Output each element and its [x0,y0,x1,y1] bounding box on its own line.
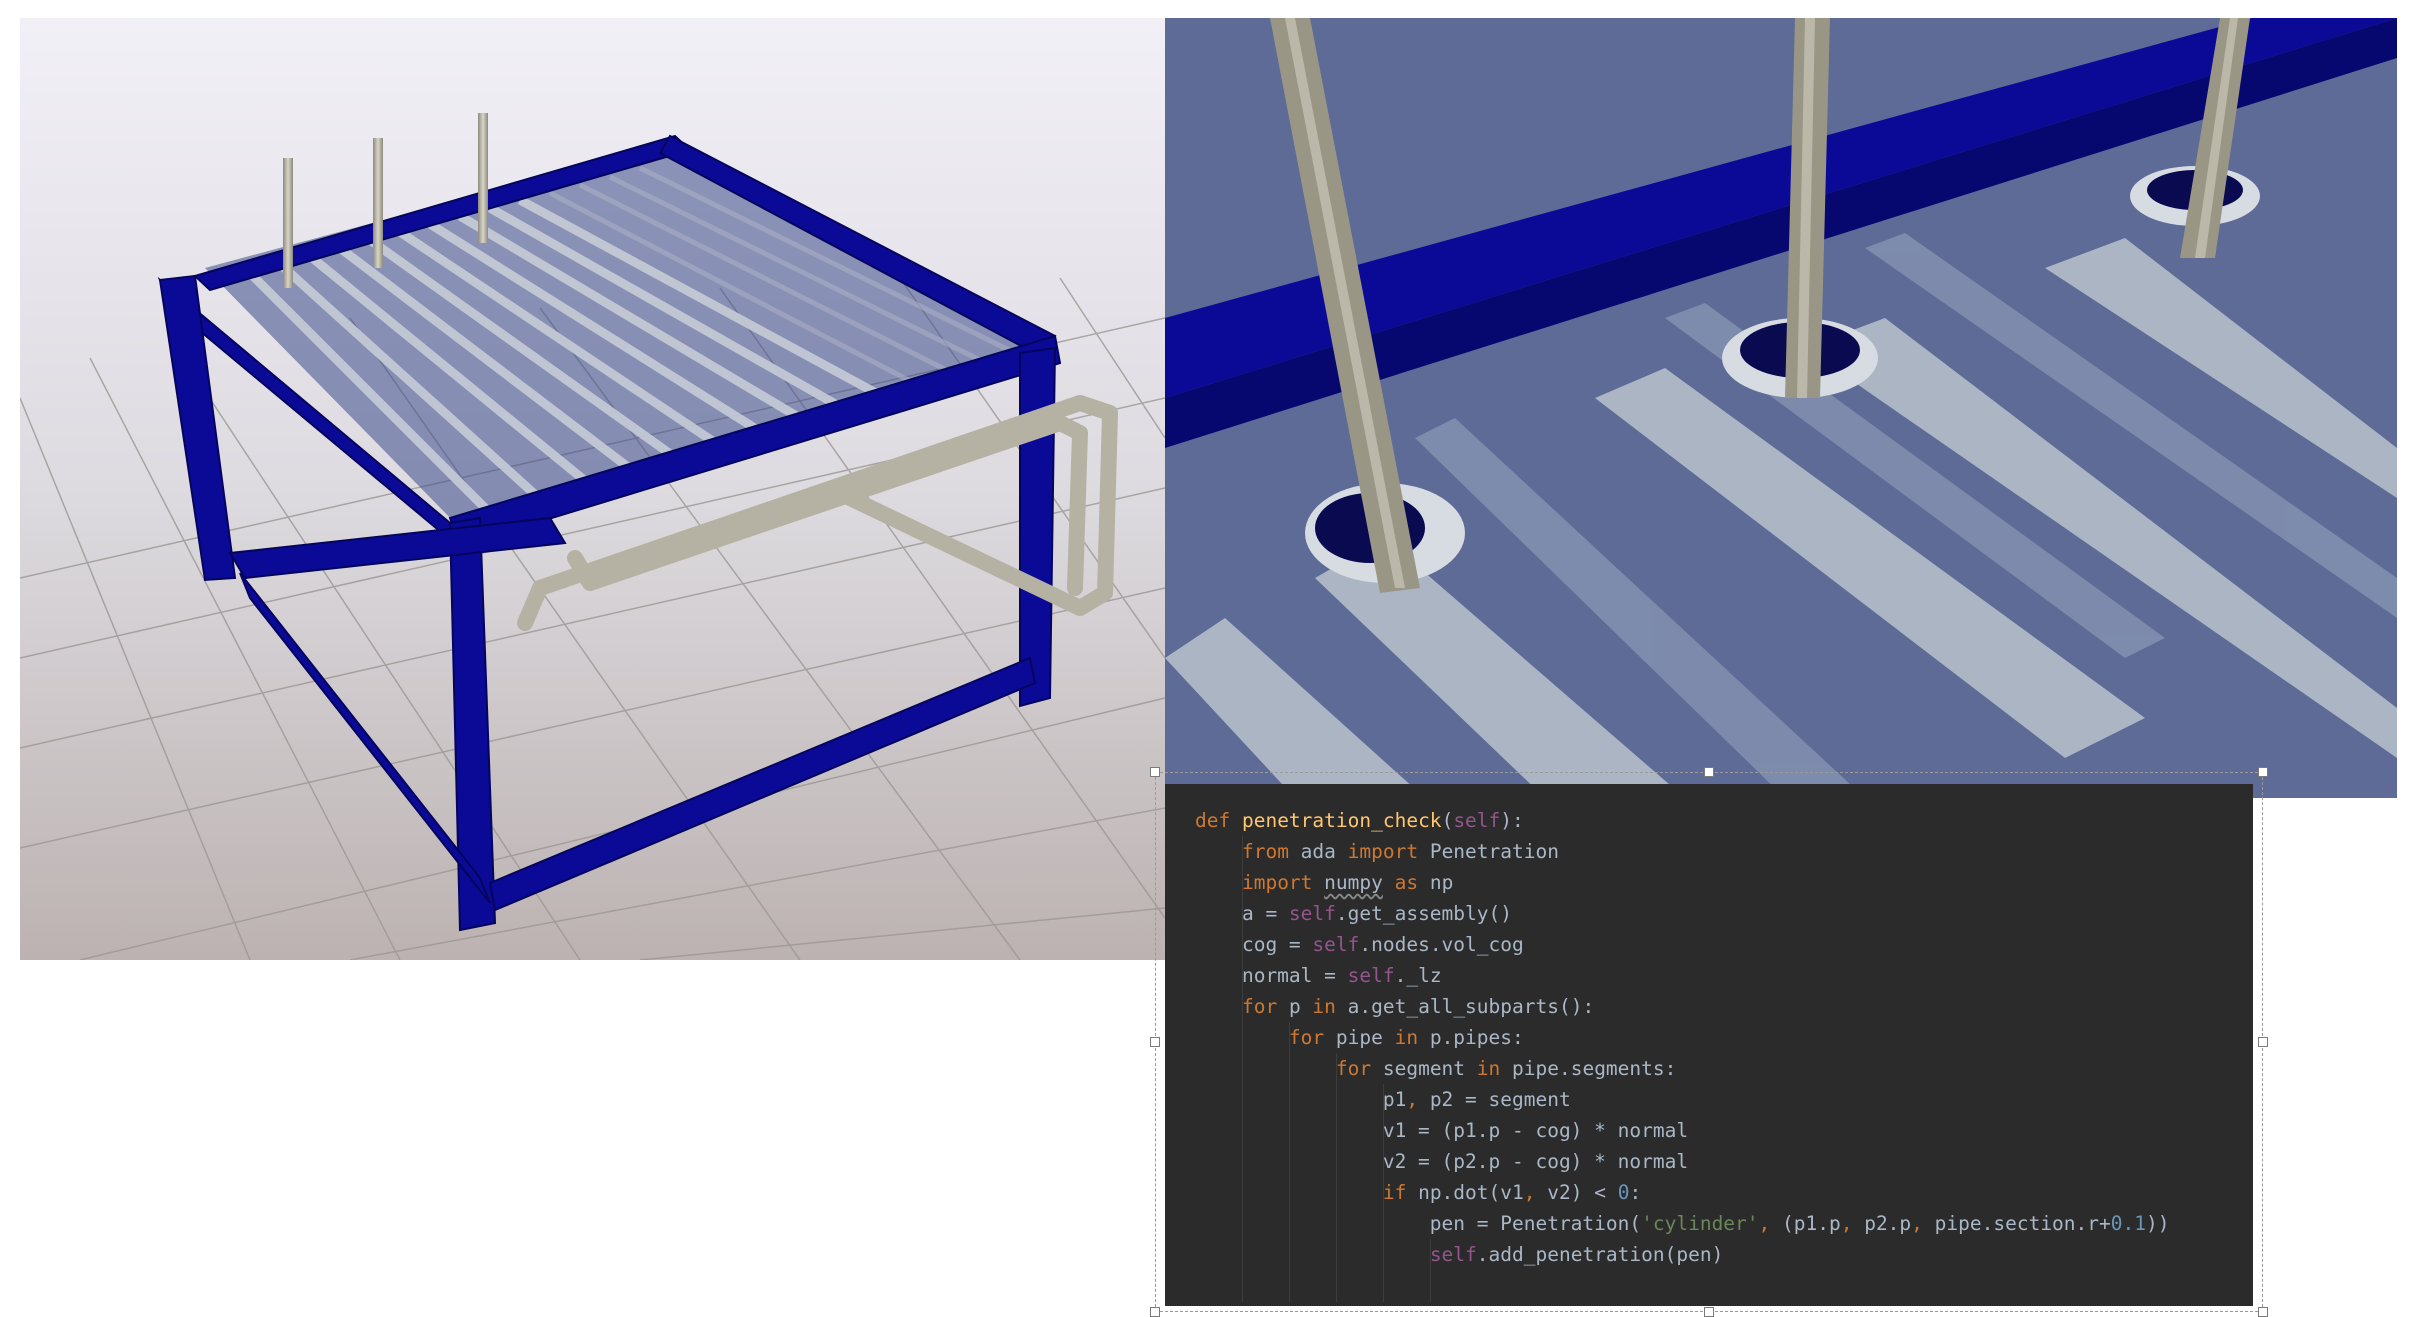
code-line: import numpy as np [1165,867,2253,898]
code-token: np.dot(v1 [1418,1181,1524,1204]
code-token: p2 = segment [1429,1088,1571,1111]
code-token: ): [1500,809,1524,832]
code-line: normal = self._lz [1165,960,2253,991]
code-token: numpy [1324,871,1383,894]
code-token: import [1241,871,1325,894]
code-line: for segment in pipe.segments: [1165,1053,2253,1084]
code-token: , [1523,1181,1548,1204]
code-token: pipe [1335,1026,1395,1049]
code-token: a.get_all_subparts(): [1347,995,1595,1018]
code-line: v1 = (p1.p - cog) * normal [1165,1115,2253,1146]
resize-handle-bottom-center[interactable] [1704,1307,1714,1317]
code-line: def penetration_check(self): [1165,805,2253,836]
code-token: def [1195,809,1242,832]
code-token: , [1758,1212,1783,1235]
code-line: self.add_penetration(pen) [1165,1239,2253,1270]
code-line: a = self.get_assembly() [1165,898,2253,929]
code-token: , [1406,1088,1430,1111]
code-token: normal = [1195,964,1348,987]
code-token: for [1335,1057,1383,1080]
code-token: segment [1382,1057,1477,1080]
code-block: def penetration_check(self): from ada im… [1165,805,2253,1270]
code-token: .add_penetration(pen) [1476,1243,1724,1266]
code-token: for [1288,1026,1336,1049]
code-token: .get_assembly() [1335,902,1512,925]
code-line: v2 = (p2.p - cog) * normal [1165,1146,2253,1177]
code-token: pipe.section.r+ [1934,1212,2111,1235]
code-token: self [1288,902,1336,925]
code-token: Penetration [1429,840,1559,863]
code-token: p1 [1195,1088,1407,1111]
code-line: for pipe in p.pipes: [1165,1022,2253,1053]
code-line: if np.dot(v1, v2) < 0: [1165,1177,2253,1208]
code-token: , [1911,1212,1935,1235]
code-token: v2 = (p2.p - cog) * normal [1195,1150,1689,1173]
code-token: self [1453,809,1501,832]
code-token: cog = [1195,933,1313,956]
code-editor: def penetration_check(self): from ada im… [1165,784,2253,1306]
code-line: cog = self.nodes.vol_cog [1165,929,2253,960]
model-render-closeup [1165,18,2397,798]
code-token: in [1312,995,1348,1018]
code-line: from ada import Penetration [1165,836,2253,867]
code-token: )) [2146,1212,2170,1235]
resize-handle-bottom-left[interactable] [1150,1307,1160,1317]
code-token: pen = Penetration( [1195,1212,1642,1235]
code-token: .nodes.vol_cog [1359,933,1524,956]
code-token: from [1241,840,1301,863]
code-snippet-frame[interactable]: def penetration_check(self): from ada im… [1150,767,2268,1317]
code-line: pen = Penetration('cylinder', (p1.p, p2.… [1165,1208,2253,1239]
code-token: np [1429,871,1454,894]
code-token: (p1.p [1782,1212,1841,1235]
resize-handle-middle-right[interactable] [2258,1037,2268,1047]
resize-handle-middle-left[interactable] [1150,1037,1160,1047]
code-token: v1 = (p1.p - cog) * normal [1195,1119,1689,1142]
code-token: 0 [1617,1181,1630,1204]
model-render-overview [20,113,1165,960]
code-token: ._lz [1394,964,1442,987]
code-token: p.pipes: [1429,1026,1524,1049]
code-token: p [1288,995,1313,1018]
code-token: penetration_check [1241,809,1442,832]
code-token: as [1394,871,1430,894]
code-token: in [1476,1057,1513,1080]
model-viewport-overview[interactable] [20,18,1165,960]
code-token: 0.1 [2110,1212,2146,1235]
resize-handle-top-right[interactable] [2258,767,2268,777]
code-line: p1, p2 = segment [1165,1084,2253,1115]
code-token: for [1241,995,1289,1018]
code-line: for p in a.get_all_subparts(): [1165,991,2253,1022]
code-token: : [1629,1181,1642,1204]
code-token: ( [1441,809,1454,832]
code-token: self [1429,1243,1477,1266]
code-token: v2) < [1547,1181,1618,1204]
code-token: import [1347,840,1430,863]
model-viewport-closeup[interactable] [1165,18,2397,798]
code-token: self [1347,964,1395,987]
code-token: if [1382,1181,1419,1204]
code-token: ada [1300,840,1348,863]
code-token: 'cylinder' [1641,1212,1759,1235]
resize-handle-top-center[interactable] [1704,767,1714,777]
code-token: in [1394,1026,1430,1049]
code-token: pipe.segments: [1512,1057,1677,1080]
resize-handle-bottom-right[interactable] [2258,1307,2268,1317]
resize-handle-top-left[interactable] [1150,767,1160,777]
code-token: self [1312,933,1360,956]
code-token: p2.p [1864,1212,1912,1235]
code-token: a = [1195,902,1289,925]
code-token: , [1840,1212,1865,1235]
